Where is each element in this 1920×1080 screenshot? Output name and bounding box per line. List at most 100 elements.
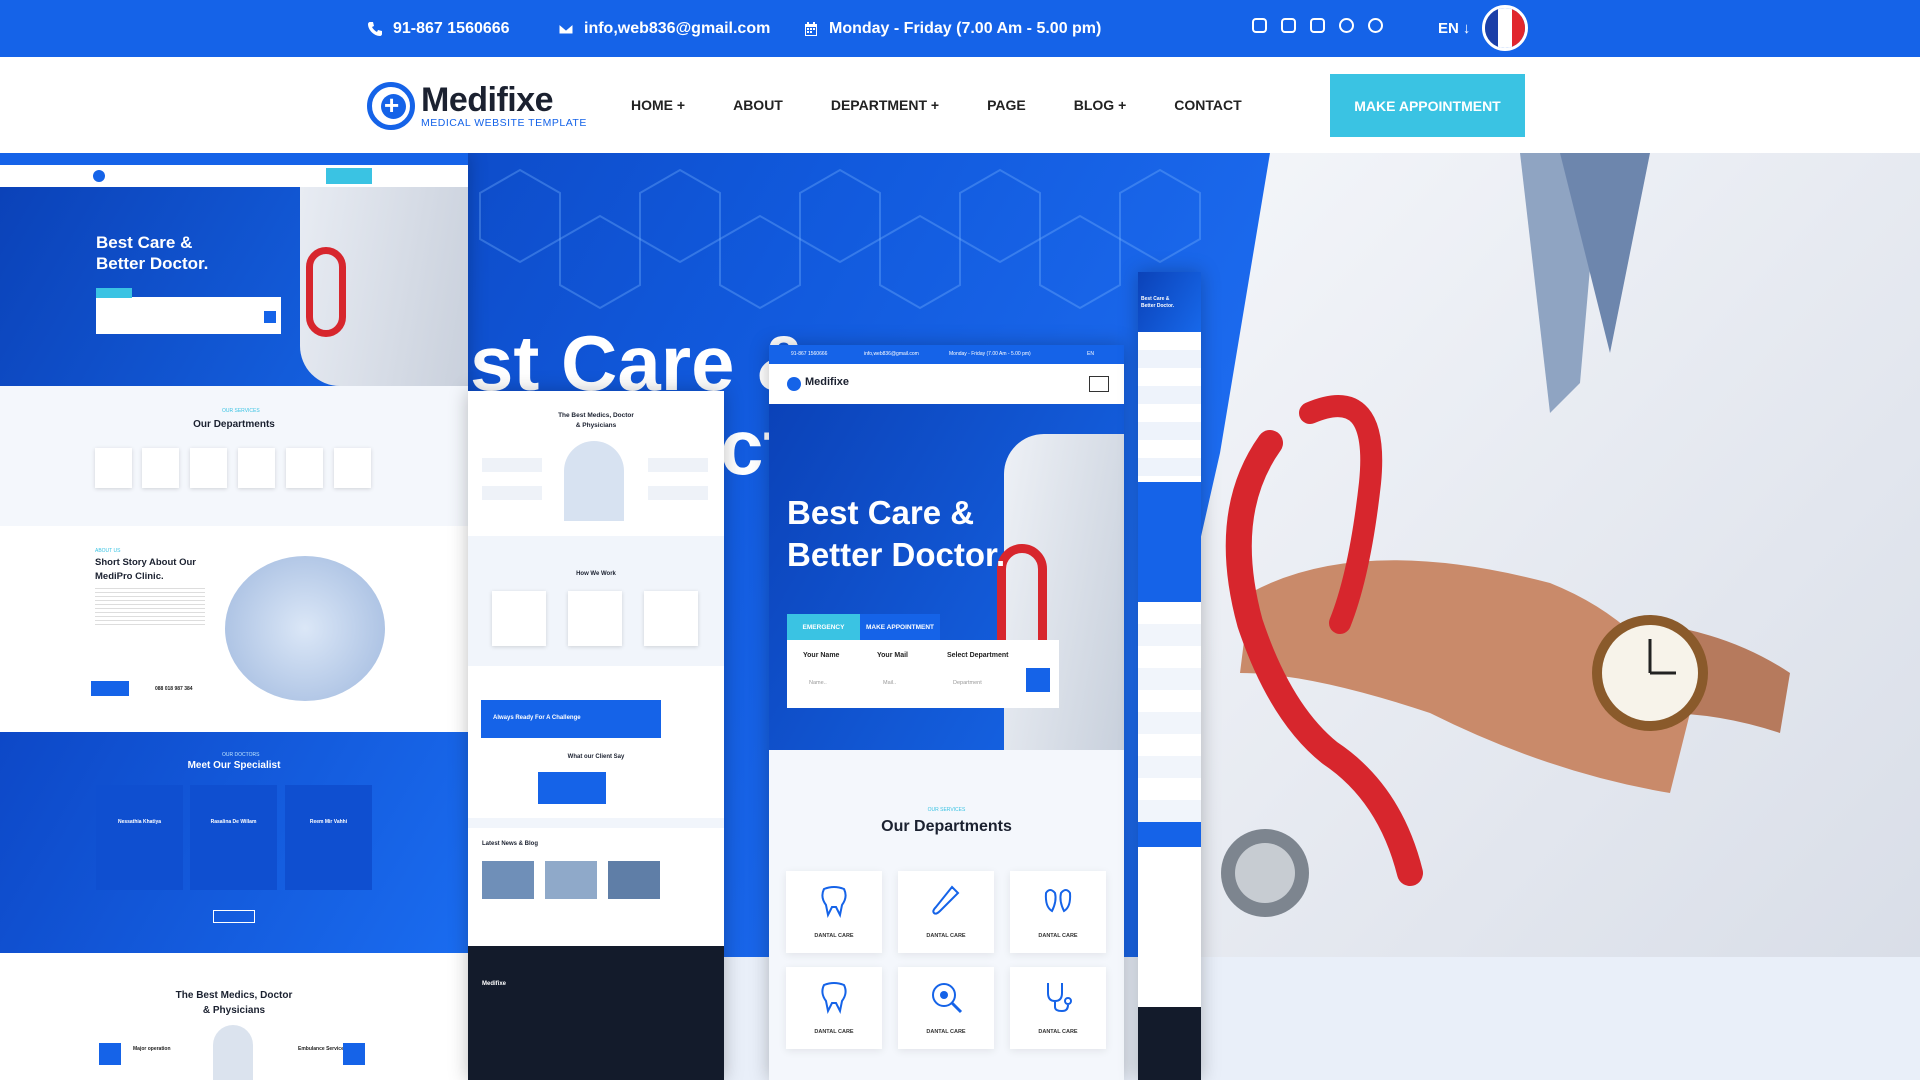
mock-strip-hero-title: Best Care & Better Doctor. [1141, 296, 1175, 309]
mock-left-medics-service-2: Embulance Service [298, 1046, 344, 1052]
tablet-hero: Best Care & Better Doctor. EMERGENCY MAK… [769, 404, 1124, 750]
kidney-icon [1044, 889, 1072, 913]
mock-mid-news-title: Latest News & Blog [482, 841, 539, 847]
instagram-icon[interactable] [1339, 18, 1354, 33]
mock-left-doctor-1: Nessathia Khatiya [117, 819, 162, 825]
tablet-tab-emergency[interactable]: EMERGENCY [787, 614, 860, 640]
nav-page[interactable]: PAGE [987, 97, 1026, 113]
mock-mid-how-title: How We Work [576, 571, 616, 577]
tablet-form-name-input[interactable]: Name.. [809, 680, 827, 686]
mock-left-doctor-2: Rasalina De Willam [210, 819, 257, 825]
mock-mid-banner: Always Ready For A Challenge [493, 715, 581, 721]
pinterest-icon[interactable] [1368, 18, 1383, 33]
mockup-mobile-longpage: Best Care & Better Doctor. [1138, 272, 1201, 1080]
language-selector[interactable]: EN ↓ [1438, 0, 1470, 57]
opening-hours: Monday - Friday (7.00 Am - 5.00 pm) [803, 0, 1101, 57]
hours-text: Monday - Friday (7.00 Am - 5.00 pm) [829, 19, 1102, 37]
nav-department[interactable]: DEPARTMENT + [831, 97, 939, 113]
mock-left-hero-title-1: Best Care & [96, 233, 193, 252]
tablet-departments: OUR SERVICES Our Departments DANTAL CARE… [769, 750, 1124, 1080]
tablet-form-dept-label: Select Department [947, 652, 1009, 659]
dept-label: DANTAL CARE [1038, 933, 1078, 939]
tooth-icon [821, 886, 847, 919]
phone-icon [368, 21, 382, 36]
tablet-appointment-form: Your Name Your Mail Select Department Na… [787, 640, 1059, 708]
brand-name: Medifixe [421, 81, 554, 119]
mock-left-doctor-3: Reem Mir Vahhi [309, 819, 348, 825]
dept-label: DANTAL CARE [814, 933, 854, 939]
hamburger-menu-icon[interactable] [1089, 376, 1109, 392]
test-tube-icon [932, 885, 960, 915]
france-flag-icon[interactable] [1482, 5, 1528, 51]
nav-contact[interactable]: CONTACT [1174, 97, 1241, 113]
tablet-nav: Medifixe [769, 364, 1124, 404]
send-icon[interactable] [1026, 668, 1050, 692]
dept-label: DANTAL CARE [1038, 1029, 1078, 1035]
tablet-form-name-label: Your Name [803, 652, 840, 659]
nav-blog[interactable]: BLOG + [1074, 97, 1127, 113]
phone-text: 91-867 1560666 [393, 19, 510, 37]
hero-showcase: st Care & ct Best Care & Better Doctor. … [0, 153, 1920, 1080]
dept-card[interactable]: DANTAL CARE [1010, 967, 1106, 1049]
tablet-form-dept-select[interactable]: Department [953, 680, 982, 686]
dept-label: DANTAL CARE [926, 933, 966, 939]
mock-topbar [0, 153, 468, 165]
tablet-tab-appointment[interactable]: MAKE APPOINTMENT [860, 614, 940, 640]
tablet-hero-title-1: Best Care & [787, 494, 975, 531]
medical-cross-icon [367, 82, 415, 130]
dept-label: DANTAL CARE [814, 1029, 854, 1035]
dept-label: DANTAL CARE [926, 1029, 966, 1035]
mock-specialist: OUR DOCTORS Meet Our Specialist Nessathi… [0, 732, 468, 953]
dental-check-icon [821, 982, 847, 1015]
mock-left-medics-title-2: & Physicians [202, 1005, 266, 1016]
facebook-icon[interactable] [1252, 18, 1267, 33]
stethoscope-icon [1047, 983, 1072, 1013]
mock-left-medics-title-1: The Best Medics, Doctor [175, 990, 293, 1001]
mock-mid-client-title: What our Client Say [567, 754, 625, 760]
tablet-brand: Medifixe [805, 376, 850, 388]
youtube-icon[interactable] [1310, 18, 1325, 33]
nav-about[interactable]: ABOUT [733, 97, 783, 113]
brand-tagline: MEDICAL WEBSITE TEMPLATE [421, 117, 587, 129]
mock-mid-footer-brand: Medifixe [482, 981, 507, 987]
mockup-desktop-homepage: Best Care & Better Doctor. OUR SERVICES … [0, 153, 468, 1080]
make-appointment-button[interactable]: MAKE APPOINTMENT [1330, 74, 1525, 137]
mockup-tablet-homepage: 91-867 1560666 info,web836@gmail.com Mon… [769, 345, 1124, 1080]
dept-card[interactable]: DANTAL CARE [898, 967, 994, 1049]
mock-hero: Best Care & Better Doctor. [0, 187, 468, 386]
mail-icon [558, 23, 574, 34]
eye-magnifier-icon [932, 983, 963, 1014]
main-navbar: Medifixe MEDICAL WEBSITE TEMPLATE HOME +… [0, 57, 1920, 153]
mock-mid-medics-title-1: The Best Medics, Doctor [558, 412, 634, 419]
tablet-services-label: OUR SERVICES [927, 807, 966, 813]
doctor-image [1170, 153, 1920, 957]
dept-card[interactable]: DANTAL CARE [898, 871, 994, 953]
phone-contact[interactable]: 91-867 1560666 [367, 0, 510, 57]
mock-nav [0, 165, 468, 187]
twitter-icon[interactable] [1281, 18, 1296, 33]
calendar-icon [805, 21, 817, 36]
tablet-departments-title: Our Departments [881, 818, 1012, 835]
social-links [1252, 18, 1383, 33]
mock-left-specialist-label: OUR DOCTORS [222, 752, 260, 758]
mock-left-departments-title: Our Departments [193, 419, 275, 430]
dept-card[interactable]: DANTAL CARE [786, 967, 882, 1049]
top-info-bar: 91-867 1560666 info,web836@gmail.com Mon… [0, 0, 1920, 57]
site-logo[interactable]: Medifixe MEDICAL WEBSITE TEMPLATE [367, 82, 587, 130]
tablet-form-mail-input[interactable]: Mail.. [883, 680, 896, 686]
mock-about: ABOUT US Short Story About Our MediPro C… [0, 526, 468, 732]
mock-left-specialist-title: Meet Our Specialist [187, 760, 281, 771]
tablet-email: info,web836@gmail.com [864, 351, 919, 357]
tablet-lang: EN [1087, 351, 1094, 357]
email-contact[interactable]: info,web836@gmail.com [558, 0, 770, 57]
mock-medics: The Best Medics, Doctor & Physicians Maj… [0, 953, 468, 1080]
mock-left-phone: 088 018 987 384 [155, 686, 193, 692]
dept-card[interactable]: DANTAL CARE [1010, 871, 1106, 953]
dept-card[interactable]: DANTAL CARE [786, 871, 882, 953]
nav-home[interactable]: HOME + [631, 97, 685, 113]
tablet-form-mail-label: Your Mail [877, 652, 908, 659]
tablet-hero-title-2: Better Doctor. [787, 536, 1006, 573]
mock-left-sub-label: OUR SERVICES [222, 408, 260, 414]
mock-left-about-title-1: Short Story About Our [95, 557, 196, 568]
mockup-inner-page: The Best Medics, Doctor & Physicians How… [468, 391, 724, 1080]
